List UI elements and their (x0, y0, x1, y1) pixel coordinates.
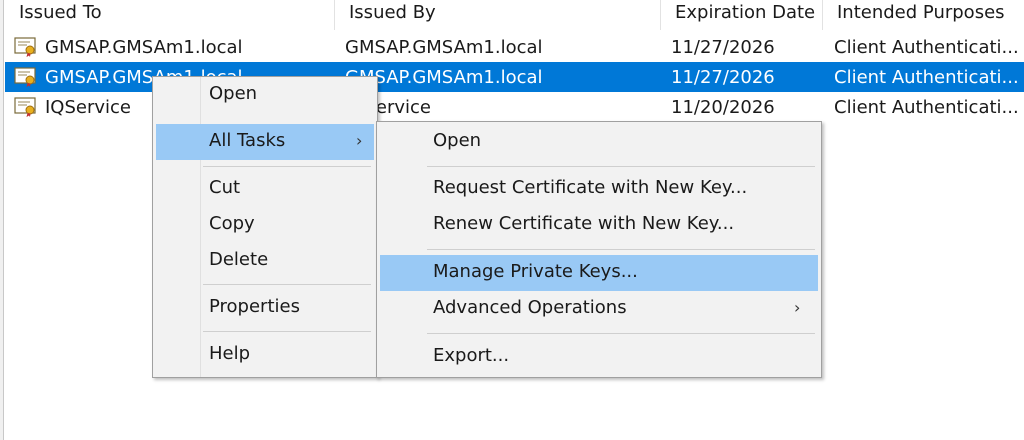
cell-intended-purposes: Client Authenticati... (834, 37, 1019, 58)
menu-item-label: Open (433, 130, 482, 151)
cell-issued-to: GMSAP.GMSAm1.local (45, 37, 243, 58)
menu-item-label: Advanced Operations (433, 297, 627, 318)
menu-item-label: Request Certificate with New Key... (433, 177, 748, 198)
menu-item-help[interactable]: Help (156, 337, 374, 373)
menu-item-label: Help (209, 343, 251, 364)
menu-item-copy[interactable]: Copy (156, 207, 374, 243)
menu-item-all-tasks[interactable]: All Tasks › (156, 124, 374, 160)
certificate-icon (14, 37, 36, 57)
menu-item-label: Copy (209, 213, 255, 234)
cell-expiration-date: 11/27/2026 (671, 67, 775, 88)
certificate-icon (14, 97, 36, 117)
pane-border (0, 0, 4, 440)
column-header-issued-to[interactable]: Issued To (5, 0, 334, 30)
chevron-right-icon: › (794, 298, 801, 317)
cell-issued-to: IQService (45, 97, 132, 118)
menu-item-label: Delete (209, 249, 269, 270)
menu-item-label: Cut (209, 177, 241, 198)
menu-item-label: Renew Certificate with New Key... (433, 213, 735, 234)
menu-item-properties[interactable]: Properties (156, 290, 374, 326)
menu-separator (427, 333, 815, 334)
cell-intended-purposes: Client Authenticati... (834, 97, 1019, 118)
menu-item-delete[interactable]: Delete (156, 243, 374, 279)
menu-separator (427, 166, 815, 167)
menu-item-label: Export... (433, 345, 510, 366)
menu-separator (203, 284, 371, 285)
submenu-item-export[interactable]: Export... (380, 339, 818, 375)
table-row[interactable]: GMSAP.GMSAm1.local GMSAP.GMSAm1.local 11… (5, 32, 1024, 62)
certificate-icon (14, 67, 36, 87)
context-menu: Open All Tasks › Cut Copy Delete Propert… (152, 76, 378, 378)
submenu-item-advanced-operations[interactable]: Advanced Operations › (380, 291, 818, 327)
menu-separator (427, 249, 815, 250)
cell-intended-purposes: Client Authenticati... (834, 67, 1019, 88)
column-header-expiration-date[interactable]: Expiration Date (660, 0, 822, 30)
menu-item-open[interactable]: Open (156, 77, 374, 113)
all-tasks-submenu: Open Request Certificate with New Key...… (376, 121, 822, 378)
list-header: Issued To Issued By Expiration Date Inte… (5, 0, 1024, 30)
chevron-right-icon: › (356, 131, 363, 150)
menu-item-label: All Tasks (209, 130, 286, 151)
submenu-item-open[interactable]: Open (380, 124, 818, 160)
submenu-item-manage-private-keys[interactable]: Manage Private Keys... (380, 255, 818, 291)
submenu-item-renew-certificate-new-key[interactable]: Renew Certificate with New Key... (380, 207, 818, 243)
menu-item-label: Manage Private Keys... (433, 261, 638, 282)
column-header-intended-purposes[interactable]: Intended Purposes (822, 0, 1024, 30)
cell-issued-by: GMSAP.GMSAm1.local (345, 37, 543, 58)
cell-expiration-date: 11/27/2026 (671, 37, 775, 58)
column-header-issued-by[interactable]: Issued By (334, 0, 660, 30)
submenu-item-request-certificate-new-key[interactable]: Request Certificate with New Key... (380, 171, 818, 207)
menu-item-cut[interactable]: Cut (156, 171, 374, 207)
menu-separator (203, 331, 371, 332)
cell-expiration-date: 11/20/2026 (671, 97, 775, 118)
menu-item-label: Properties (209, 296, 300, 317)
menu-item-label: Open (209, 83, 258, 104)
menu-separator (203, 166, 371, 167)
